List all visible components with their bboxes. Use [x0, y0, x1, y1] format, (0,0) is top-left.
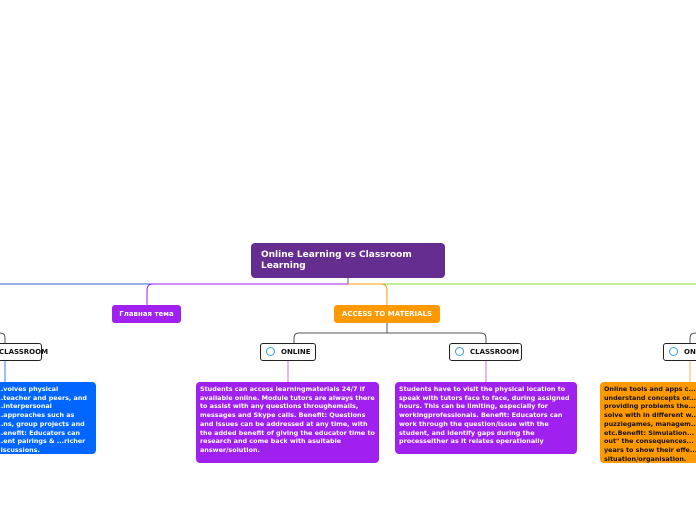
leaf-classroom-access[interactable]: Students have to visit the physical loca…	[395, 382, 577, 454]
circle-ring-icon	[669, 347, 678, 356]
leaf-online-right[interactable]: Online tools and apps c... understand co…	[600, 382, 696, 463]
leaf-text: ...volves physical ...teacher and peers,…	[0, 385, 87, 454]
connector-root-access	[348, 283, 388, 305]
subtopic-classroom-left[interactable]: CLASSROOM	[0, 343, 48, 361]
subtopic-classroom[interactable]: CLASSROOM	[449, 343, 522, 361]
connector-root-left	[0, 278, 349, 285]
connector-root-main	[146, 283, 348, 305]
circle-ring-icon	[455, 347, 464, 356]
circle-ring-icon	[266, 347, 275, 356]
root-topic[interactable]: Online Learning vs Classroom Learning	[251, 243, 445, 278]
connector-access-subs	[293, 323, 487, 343]
subtopic-label: ONLINE	[684, 348, 696, 356]
branch-label: ACCESS TO MATERIALS	[341, 310, 433, 318]
subtopic-online[interactable]: ONLINE	[260, 343, 316, 361]
leaf-text: Online tools and apps c... understand co…	[604, 385, 696, 463]
root-topic-label: Online Learning vs Classroom Learning	[261, 250, 412, 271]
branch-main-topic[interactable]: Главная тема	[112, 305, 181, 323]
connector-left-sub	[0, 332, 6, 343]
branch-label: Главная тема	[119, 310, 174, 318]
subtopic-online-right[interactable]: ONLINE	[663, 343, 696, 361]
leaf-online-access[interactable]: Students can access learningmaterials 24…	[196, 382, 379, 463]
leaf-classroom-left[interactable]: ...volves physical ...teacher and peers,…	[0, 382, 96, 454]
leaf-text: Students have to visit the physical loca…	[399, 385, 570, 446]
subtopic-label: CLASSROOM	[0, 348, 49, 356]
connector-right-sub	[689, 332, 696, 343]
subtopic-label: ONLINE	[281, 348, 311, 356]
leaf-text: Students can access learningmaterials 24…	[200, 385, 375, 454]
subtopic-label: CLASSROOM	[470, 348, 520, 356]
mindmap-canvas[interactable]: Online Learning vs Classroom Learning Гл…	[0, 0, 696, 520]
branch-access-to-materials[interactable]: ACCESS TO MATERIALS	[334, 305, 440, 323]
